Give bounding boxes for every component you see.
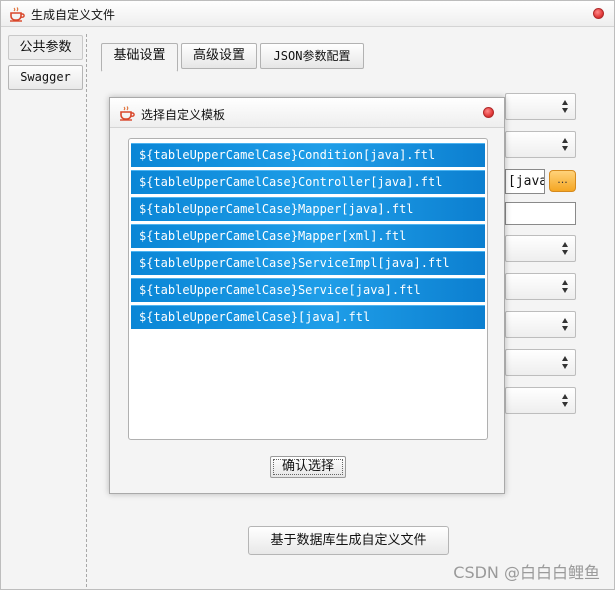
list-item[interactable]: ${tableUpperCamelCase}ServiceImpl[java].… <box>131 251 485 275</box>
spinner-arrows-icon <box>562 318 569 331</box>
combo-box[interactable] <box>505 311 576 338</box>
list-item[interactable]: ${tableUpperCamelCase}Mapper[java].ftl <box>131 197 485 221</box>
title-bar[interactable]: 生成自定义文件 <box>1 1 614 27</box>
list-item[interactable]: ${tableUpperCamelCase}Controller[java].f… <box>131 170 485 194</box>
spinner-arrows-icon <box>562 356 569 369</box>
window-title: 生成自定义文件 <box>31 8 116 22</box>
sidebar-item-common-params[interactable]: 公共参数 <box>8 35 83 60</box>
generate-files-button[interactable]: 基于数据库生成自定义文件 <box>248 526 449 555</box>
list-item[interactable]: ${tableUpperCamelCase}[java].ftl <box>131 305 485 329</box>
combo-box[interactable] <box>505 93 576 120</box>
watermark: CSDN @白白白鲤鱼 <box>453 563 600 582</box>
java-cup-icon <box>10 7 25 22</box>
dialog-title-bar[interactable]: 选择自定义模板 <box>110 98 504 128</box>
combo-box[interactable] <box>505 235 576 262</box>
browse-button[interactable]: ... <box>549 170 576 192</box>
confirm-selection-button[interactable]: 确认选择 <box>270 456 346 478</box>
spinner-arrows-icon <box>562 138 569 151</box>
list-item[interactable]: ${tableUpperCamelCase}Service[java].ftl <box>131 278 485 302</box>
text-input[interactable] <box>505 202 576 225</box>
close-icon[interactable] <box>593 8 604 19</box>
combo-box[interactable] <box>505 349 576 376</box>
combo-box[interactable] <box>505 131 576 158</box>
tab-basic-settings[interactable]: 基础设置 <box>101 43 178 72</box>
spinner-arrows-icon <box>562 100 569 113</box>
spinner-arrows-icon <box>562 242 569 255</box>
combo-box[interactable] <box>505 273 576 300</box>
left-panel: 公共参数 Swagger <box>5 34 87 587</box>
template-list[interactable]: ${tableUpperCamelCase}Condition[java].ft… <box>128 138 488 440</box>
spinner-arrows-icon <box>562 280 569 293</box>
tab-advanced-settings[interactable]: 高级设置 <box>181 43 257 69</box>
sidebar-item-swagger[interactable]: Swagger <box>8 65 83 90</box>
list-item[interactable]: ${tableUpperCamelCase}Condition[java].ft… <box>131 143 485 167</box>
dialog-title: 选择自定义模板 <box>141 108 226 122</box>
template-path-input[interactable]: [java] <box>505 169 545 194</box>
template-select-dialog: 选择自定义模板 ${tableUpperCamelCase}Condition[… <box>109 97 505 494</box>
tab-json-config[interactable]: JSON参数配置 <box>260 43 364 69</box>
list-item[interactable]: ${tableUpperCamelCase}Mapper[xml].ftl <box>131 224 485 248</box>
java-cup-icon <box>120 106 135 121</box>
combo-box[interactable] <box>505 387 576 414</box>
spinner-arrows-icon <box>562 394 569 407</box>
main-window: 生成自定义文件 公共参数 Swagger 基础设置 高级设置 JSON参数配置 … <box>0 0 615 590</box>
close-icon[interactable] <box>483 107 494 118</box>
